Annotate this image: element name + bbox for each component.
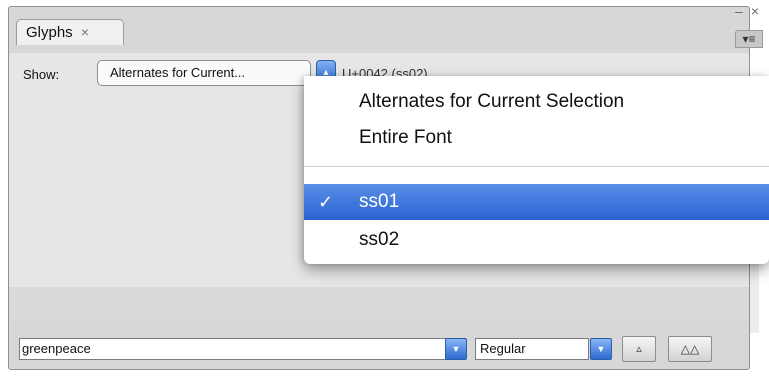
menu-item-entire-font[interactable]: Entire Font: [304, 120, 769, 156]
bottom-toolbar: greenpeace ▼ Regular ▼ ▵ △△: [8, 332, 750, 370]
show-select[interactable]: Alternates for Current...: [97, 60, 311, 86]
zoom-out-icon[interactable]: ▵: [622, 336, 656, 362]
menu-item-label: Entire Font: [359, 127, 452, 148]
close-icon[interactable]: ×: [81, 24, 89, 40]
menu-item-ss01[interactable]: ✓ ss01: [304, 184, 769, 220]
panel-menu-icon[interactable]: ▾≡: [735, 30, 763, 48]
menu-item-label: ss02: [359, 229, 400, 250]
font-style-dropdown-icon[interactable]: ▼: [590, 338, 612, 360]
zoom-in-icon[interactable]: △△: [668, 336, 712, 362]
window-controls[interactable]: – ×: [735, 4, 761, 18]
font-family-dropdown-icon[interactable]: ▼: [445, 338, 467, 360]
checkmark-icon: ✓: [318, 192, 334, 212]
tab-glyphs-label: Glyphs: [26, 24, 73, 41]
font-style-field[interactable]: Regular: [475, 338, 589, 360]
show-dropdown-menu: Alternates for Current Selection Entire …: [304, 76, 769, 264]
menu-separator: [304, 166, 769, 167]
show-label: Show:: [23, 67, 60, 82]
menu-item-label: ss01: [359, 191, 400, 212]
menu-item-label: Alternates for Current Selection: [359, 91, 625, 112]
font-family-field[interactable]: greenpeace: [19, 338, 449, 360]
menu-item-alternates[interactable]: Alternates for Current Selection: [304, 84, 769, 120]
menu-item-ss02[interactable]: ss02: [304, 222, 769, 258]
tab-glyphs[interactable]: Glyphs ×: [16, 19, 124, 45]
